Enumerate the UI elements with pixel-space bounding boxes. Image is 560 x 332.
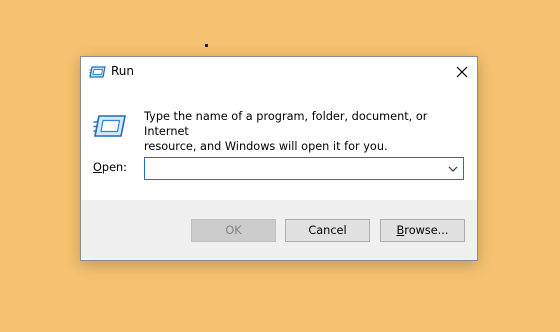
close-icon [456,66,468,78]
cancel-button-label: Cancel [308,224,347,237]
run-icon [93,115,126,137]
title-bar[interactable]: Run [81,57,477,87]
run-icon [89,66,106,78]
description-line: Type the name of a program, folder, docu… [144,110,428,138]
chevron-down-icon [448,166,458,172]
ok-button-label: OK [225,224,242,237]
run-description: Type the name of a program, folder, docu… [144,109,464,154]
open-input[interactable] [147,159,441,178]
open-label: Open: [93,161,127,174]
close-button[interactable] [447,57,477,87]
dropdown-button[interactable] [445,160,461,177]
run-dialog: Run Type the name of a program, folder, … [80,56,478,261]
cancel-button[interactable]: Cancel [285,219,370,242]
open-label-text: pen: [101,161,127,174]
open-label-accelerator: O [93,161,102,174]
ok-button[interactable]: OK [191,219,276,242]
description-line: resource, and Windows will open it for y… [144,140,388,153]
browse-button[interactable]: Browse... [380,219,465,242]
window-title: Run [111,64,135,78]
mouse-cursor [205,44,208,47]
open-combobox[interactable] [144,157,464,180]
browse-label-text: rowse... [404,224,449,237]
browse-button-label: Browse... [397,224,449,237]
